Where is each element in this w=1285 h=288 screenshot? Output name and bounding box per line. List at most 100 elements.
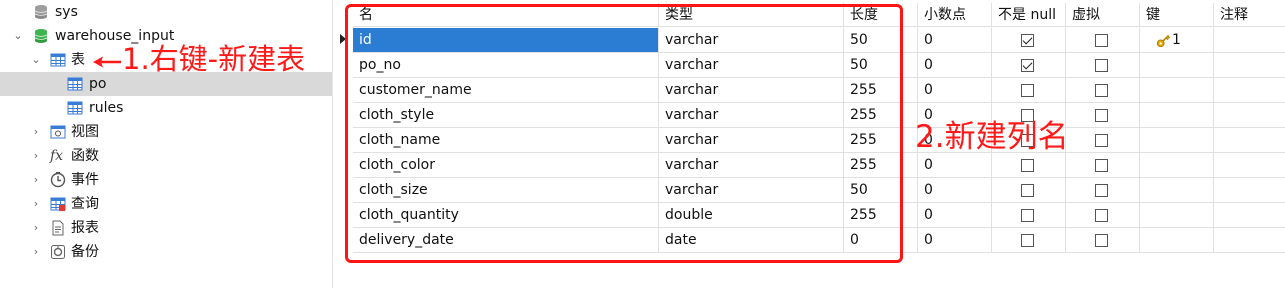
- chevron-right-icon[interactable]: ›: [30, 120, 42, 144]
- cell-comment[interactable]: [1214, 28, 1285, 53]
- column-header-comment[interactable]: 注释: [1214, 3, 1285, 27]
- column-header-virtual[interactable]: 虚拟: [1066, 3, 1140, 27]
- chevron-right-icon[interactable]: ›: [30, 168, 42, 192]
- cell-type[interactable]: varchar: [659, 178, 844, 203]
- virtual-checkbox[interactable]: [1095, 134, 1108, 147]
- cell-length[interactable]: 255: [844, 203, 918, 228]
- cell-comment[interactable]: [1214, 103, 1285, 128]
- cell-type[interactable]: varchar: [659, 103, 844, 128]
- cell-type[interactable]: varchar: [659, 153, 844, 178]
- tree-item-reports[interactable]: › 报表: [0, 216, 332, 240]
- column-header-type[interactable]: 类型: [659, 3, 844, 27]
- cell-comment[interactable]: [1214, 128, 1285, 153]
- cell-name[interactable]: customer_name: [353, 78, 659, 103]
- cell-length[interactable]: 255: [844, 103, 918, 128]
- cell-decimal[interactable]: 0: [918, 228, 992, 253]
- cell-name[interactable]: id: [353, 28, 659, 53]
- cell-key[interactable]: [1140, 78, 1214, 103]
- chevron-right-icon[interactable]: ›: [30, 192, 42, 216]
- cell-type[interactable]: varchar: [659, 28, 844, 53]
- cell-virtual: [1066, 128, 1140, 153]
- cell-key[interactable]: [1140, 178, 1214, 203]
- cell-decimal[interactable]: 0: [918, 178, 992, 203]
- not-null-checkbox[interactable]: [1021, 209, 1034, 222]
- cell-comment[interactable]: [1214, 228, 1285, 253]
- cell-name[interactable]: cloth_size: [353, 178, 659, 203]
- cell-name[interactable]: delivery_date: [353, 228, 659, 253]
- cell-type[interactable]: varchar: [659, 128, 844, 153]
- cell-type[interactable]: double: [659, 203, 844, 228]
- cell-comment[interactable]: [1214, 178, 1285, 203]
- cell-type[interactable]: varchar: [659, 78, 844, 103]
- cell-name[interactable]: po_no: [353, 53, 659, 78]
- chevron-right-icon[interactable]: ›: [30, 144, 42, 168]
- cell-name[interactable]: cloth_name: [353, 128, 659, 153]
- cell-length[interactable]: 50: [844, 178, 918, 203]
- cell-length[interactable]: 255: [844, 153, 918, 178]
- chevron-down-icon[interactable]: ⌄: [12, 24, 24, 48]
- table-folder-icon: [50, 53, 66, 67]
- tree-item-rules[interactable]: rules: [0, 96, 332, 120]
- virtual-checkbox[interactable]: [1095, 84, 1108, 97]
- not-null-checkbox[interactable]: [1021, 34, 1034, 47]
- cell-length[interactable]: 50: [844, 28, 918, 53]
- cell-comment[interactable]: [1214, 78, 1285, 103]
- cell-virtual: [1066, 28, 1140, 53]
- tree-item-sys[interactable]: sys: [0, 0, 332, 24]
- cell-type[interactable]: date: [659, 228, 844, 253]
- virtual-checkbox[interactable]: [1095, 234, 1108, 247]
- cell-not-null: [992, 28, 1066, 53]
- cell-key[interactable]: [1140, 103, 1214, 128]
- column-header-key[interactable]: 键: [1140, 3, 1214, 27]
- tree-item-label: 表: [71, 52, 85, 68]
- cell-key[interactable]: [1140, 53, 1214, 78]
- virtual-checkbox[interactable]: [1095, 159, 1108, 172]
- column-header-not-null[interactable]: 不是 null: [992, 3, 1066, 27]
- cell-name[interactable]: cloth_color: [353, 153, 659, 178]
- column-header-name[interactable]: 名: [353, 3, 659, 27]
- not-null-checkbox[interactable]: [1021, 84, 1034, 97]
- cell-key[interactable]: [1140, 228, 1214, 253]
- tree-item-label: 视图: [71, 124, 99, 140]
- virtual-checkbox[interactable]: [1095, 109, 1108, 122]
- chevron-right-icon[interactable]: ›: [30, 240, 42, 264]
- cell-name[interactable]: cloth_quantity: [353, 203, 659, 228]
- tree-item-functions[interactable]: › fx 函数: [0, 144, 332, 168]
- cell-virtual: [1066, 53, 1140, 78]
- not-null-checkbox[interactable]: [1021, 234, 1034, 247]
- cell-decimal[interactable]: 0: [918, 53, 992, 78]
- cell-key[interactable]: [1140, 203, 1214, 228]
- not-null-checkbox[interactable]: [1021, 59, 1034, 72]
- virtual-checkbox[interactable]: [1095, 209, 1108, 222]
- cell-name[interactable]: cloth_style: [353, 103, 659, 128]
- cell-not-null: [992, 203, 1066, 228]
- cell-key[interactable]: [1140, 153, 1214, 178]
- column-header-length[interactable]: 长度: [844, 3, 918, 27]
- cell-decimal[interactable]: 0: [918, 203, 992, 228]
- cell-length[interactable]: 50: [844, 53, 918, 78]
- not-null-checkbox[interactable]: [1021, 184, 1034, 197]
- chevron-right-icon[interactable]: ›: [30, 216, 42, 240]
- tree-item-views[interactable]: › 视图: [0, 120, 332, 144]
- cell-decimal[interactable]: 0: [918, 78, 992, 103]
- cell-length[interactable]: 0: [844, 228, 918, 253]
- not-null-checkbox[interactable]: [1021, 159, 1034, 172]
- tree-item-backups[interactable]: › 备份: [0, 240, 332, 264]
- virtual-checkbox[interactable]: [1095, 34, 1108, 47]
- cell-key[interactable]: 1: [1140, 28, 1214, 53]
- cell-type[interactable]: varchar: [659, 53, 844, 78]
- tree-item-queries[interactable]: › 查询: [0, 192, 332, 216]
- cell-comment[interactable]: [1214, 153, 1285, 178]
- cell-key[interactable]: [1140, 128, 1214, 153]
- chevron-down-icon[interactable]: ⌄: [30, 48, 42, 72]
- tree-item-events[interactable]: › 事件: [0, 168, 332, 192]
- cell-length[interactable]: 255: [844, 78, 918, 103]
- cell-comment[interactable]: [1214, 203, 1285, 228]
- virtual-checkbox[interactable]: [1095, 184, 1108, 197]
- cell-comment[interactable]: [1214, 53, 1285, 78]
- cell-decimal[interactable]: 0: [918, 28, 992, 53]
- cell-length[interactable]: 255: [844, 128, 918, 153]
- virtual-checkbox[interactable]: [1095, 59, 1108, 72]
- cell-virtual: [1066, 178, 1140, 203]
- column-header-decimal[interactable]: 小数点: [918, 3, 992, 27]
